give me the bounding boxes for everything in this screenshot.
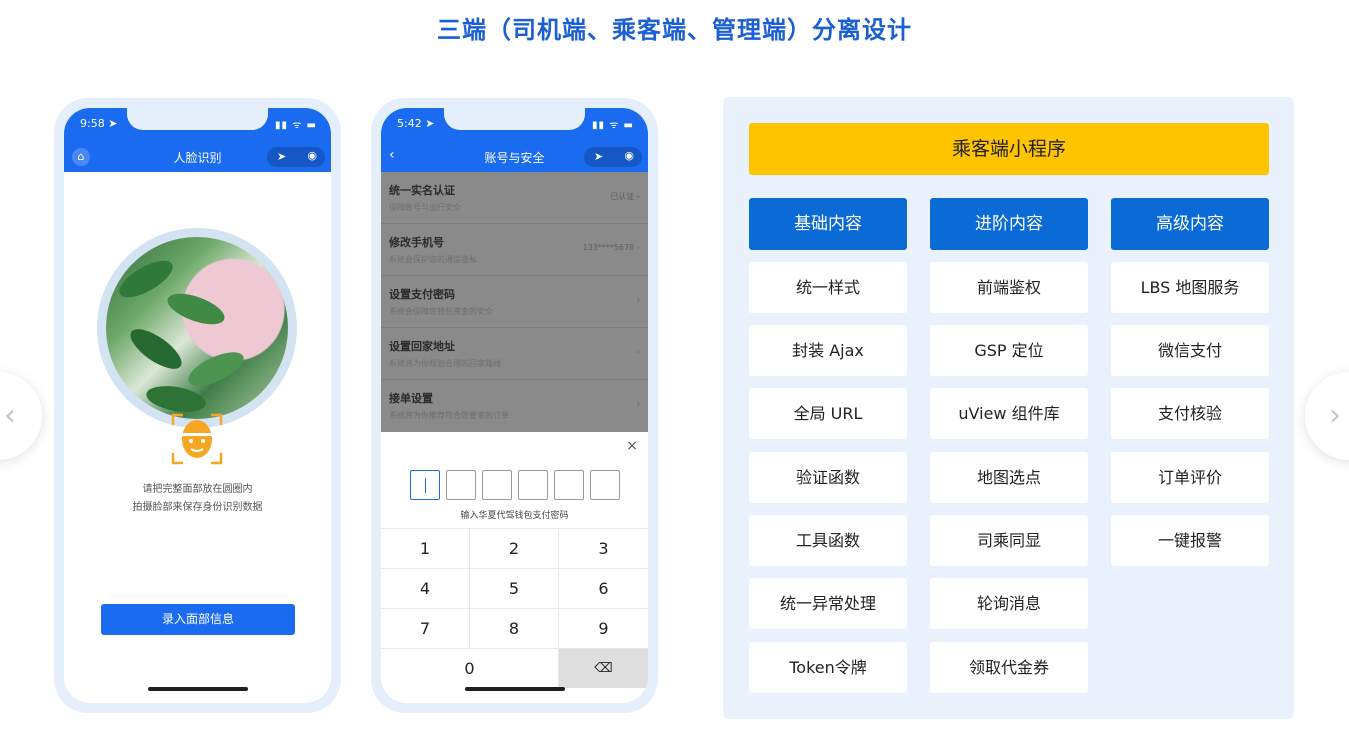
settings-item-phone[interactable]: 修改手机号 系统会保护您的通信隐私 133****5678 › bbox=[381, 224, 648, 276]
status-time: 9:58 ➤ bbox=[80, 117, 118, 130]
settings-item-subtitle: 系统会保护您的通信隐私 bbox=[389, 255, 477, 264]
settings-item-home-address[interactable]: 设置回家地址 系统将为你规划合理的回家路线 › bbox=[381, 328, 648, 380]
key-4[interactable]: 4 bbox=[381, 568, 470, 608]
home-indicator bbox=[148, 687, 248, 691]
phone-notch bbox=[444, 108, 585, 130]
key-7[interactable]: 7 bbox=[381, 608, 470, 648]
numeric-keypad: 1 2 3 4 5 6 7 8 9 0 ⌫ bbox=[381, 528, 648, 688]
pin-box[interactable] bbox=[410, 470, 440, 500]
feature-cell: 全局 URL bbox=[749, 388, 907, 439]
signal-icon: ▮▮ ᯤ ▬ bbox=[275, 120, 317, 131]
page-title: 三端（司机端、乘客端、管理端）分离设计 bbox=[437, 16, 912, 44]
mini-program-capsule[interactable]: ➤ ◉ bbox=[267, 147, 325, 167]
settings-item-subtitle: 保障账号与出行安全 bbox=[389, 203, 461, 212]
feature-cell: 验证函数 bbox=[749, 452, 907, 503]
column-advanced-header: 进阶内容 bbox=[930, 198, 1088, 250]
pin-box[interactable] bbox=[482, 470, 512, 500]
pin-box[interactable] bbox=[446, 470, 476, 500]
pin-box[interactable] bbox=[554, 470, 584, 500]
settings-item-title: 设置支付密码 bbox=[389, 288, 455, 301]
face-scan-icon bbox=[171, 413, 223, 465]
carousel-prev-button[interactable]: ‹ bbox=[0, 372, 42, 460]
feature-cell: 订单评价 bbox=[1111, 452, 1269, 503]
settings-item-value: 已认证 › bbox=[610, 192, 640, 201]
page: 三端（司机端、乘客端、管理端）分离设计 ‹ › 9:58 ➤ ▮▮ ᯤ ▬ ⌂ … bbox=[0, 0, 1349, 743]
chevron-right-icon: › bbox=[1329, 398, 1341, 433]
settings-item-subtitle: 系统将为你规划合理的回家路线 bbox=[389, 359, 501, 368]
chevron-right-icon: › bbox=[636, 399, 640, 408]
feature-cell: 微信支付 bbox=[1111, 325, 1269, 376]
face-hint-line1: 请把完整面部放在圆圈内 bbox=[142, 484, 253, 495]
close-circle-icon[interactable]: ◉ bbox=[307, 149, 317, 162]
mini-program-capsule[interactable]: ➤ ◉ bbox=[584, 147, 642, 167]
status-time: 5:42 ➤ bbox=[397, 117, 435, 130]
close-icon[interactable]: × bbox=[626, 438, 638, 454]
signal-icon: ▮▮ ᯤ ▬ bbox=[592, 120, 634, 131]
key-1[interactable]: 1 bbox=[381, 528, 470, 568]
key-8[interactable]: 8 bbox=[470, 608, 559, 648]
settings-item-subtitle: 系统会保障您钱包资金的安全 bbox=[389, 307, 493, 316]
feature-cell: 前端鉴权 bbox=[930, 262, 1088, 313]
feature-cell: 一键报警 bbox=[1111, 515, 1269, 566]
carousel-next-button[interactable]: › bbox=[1305, 372, 1349, 460]
nav-bar: ⌂ 人脸识别 ➤ ◉ bbox=[64, 142, 331, 172]
chevron-left-icon: ‹ bbox=[4, 398, 16, 433]
settings-item-real-name[interactable]: 统一实名认证 保障账号与出行安全 已认证 › bbox=[381, 172, 648, 224]
close-circle-icon[interactable]: ◉ bbox=[624, 149, 634, 162]
phone-screen: 9:58 ➤ ▮▮ ᯤ ▬ ⌂ 人脸识别 ➤ ◉ 请把完整面部放在圆圈内 拍摄脸… bbox=[64, 108, 331, 703]
feature-cell: uView 组件库 bbox=[930, 388, 1088, 439]
feature-cell: 统一异常处理 bbox=[749, 578, 907, 629]
feature-cell: 工具函数 bbox=[749, 515, 907, 566]
pay-password-sheet: × 输入华夏代驾钱包支付密码 1 2 3 4 5 6 7 8 9 0 ⌫ bbox=[381, 432, 648, 703]
nav-bar: ‹ 账号与安全 ➤ ◉ bbox=[381, 142, 648, 172]
feature-cell: 封装 Ajax bbox=[749, 325, 907, 376]
key-0[interactable]: 0 bbox=[381, 648, 559, 688]
key-9[interactable]: 9 bbox=[559, 608, 648, 648]
settings-item-order-settings[interactable]: 接单设置 系统将为你推荐符合您要求的订单 › bbox=[381, 380, 648, 432]
settings-item-title: 统一实名认证 bbox=[389, 184, 455, 197]
column-basic-header: 基础内容 bbox=[749, 198, 907, 250]
backspace-icon[interactable]: ⌫ bbox=[559, 648, 648, 688]
passenger-feature-panel: 乘客端小程序 基础内容 进阶内容 高级内容 统一样式 封装 Ajax 全局 UR… bbox=[723, 97, 1294, 719]
phone-face-recognition: 9:58 ➤ ▮▮ ᯤ ▬ ⌂ 人脸识别 ➤ ◉ 请把完整面部放在圆圈内 拍摄脸… bbox=[54, 98, 341, 713]
phone-account-security: 5:42 ➤ ▮▮ ᯤ ▬ ‹ 账号与安全 ➤ ◉ 统一实名认证 保障账号与出行… bbox=[371, 98, 658, 713]
phone-notch bbox=[127, 108, 268, 130]
feature-cell: 轮询消息 bbox=[930, 578, 1088, 629]
settings-item-subtitle: 系统将为你推荐符合您要求的订单 bbox=[389, 411, 509, 420]
settings-item-title: 接单设置 bbox=[389, 392, 433, 405]
chevron-right-icon: › bbox=[636, 347, 640, 356]
settings-item-value: 133****5678 › bbox=[582, 243, 640, 252]
settings-item-pay-password[interactable]: 设置支付密码 系统会保障您钱包资金的安全 › bbox=[381, 276, 648, 328]
settings-item-title: 设置回家地址 bbox=[389, 340, 455, 353]
feature-cell: LBS 地图服务 bbox=[1111, 262, 1269, 313]
key-5[interactable]: 5 bbox=[470, 568, 559, 608]
settings-item-title: 修改手机号 bbox=[389, 236, 444, 249]
feature-cell: 地图选点 bbox=[930, 452, 1088, 503]
panel-header: 乘客端小程序 bbox=[749, 123, 1269, 175]
home-indicator bbox=[465, 687, 565, 691]
pin-box[interactable] bbox=[590, 470, 620, 500]
key-2[interactable]: 2 bbox=[470, 528, 559, 568]
key-3[interactable]: 3 bbox=[559, 528, 648, 568]
pay-password-hint: 输入华夏代驾钱包支付密码 bbox=[460, 511, 569, 521]
key-6[interactable]: 6 bbox=[559, 568, 648, 608]
feature-cell: 领取代金券 bbox=[930, 642, 1088, 693]
feature-cell: Token令牌 bbox=[749, 642, 907, 693]
feature-cell: 统一样式 bbox=[749, 262, 907, 313]
enroll-face-button[interactable]: 录入面部信息 bbox=[101, 604, 295, 635]
face-capture-circle bbox=[97, 228, 297, 428]
feature-cell: 支付核验 bbox=[1111, 388, 1269, 439]
settings-list-dimmed: 统一实名认证 保障账号与出行安全 已认证 › 修改手机号 系统会保护您的通信隐私… bbox=[381, 172, 648, 432]
location-icon[interactable]: ➤ bbox=[594, 150, 603, 163]
chevron-right-icon: › bbox=[636, 295, 640, 304]
face-hint-line2: 拍摄脸部来保存身份识别数据 bbox=[132, 502, 263, 513]
camera-preview-image bbox=[106, 237, 288, 419]
location-icon[interactable]: ➤ bbox=[277, 150, 286, 163]
feature-cell: GSP 定位 bbox=[930, 325, 1088, 376]
feature-cell: 司乘同显 bbox=[930, 515, 1088, 566]
column-expert-header: 高级内容 bbox=[1111, 198, 1269, 250]
phone-screen: 5:42 ➤ ▮▮ ᯤ ▬ ‹ 账号与安全 ➤ ◉ 统一实名认证 保障账号与出行… bbox=[381, 108, 648, 703]
pin-box[interactable] bbox=[518, 470, 548, 500]
